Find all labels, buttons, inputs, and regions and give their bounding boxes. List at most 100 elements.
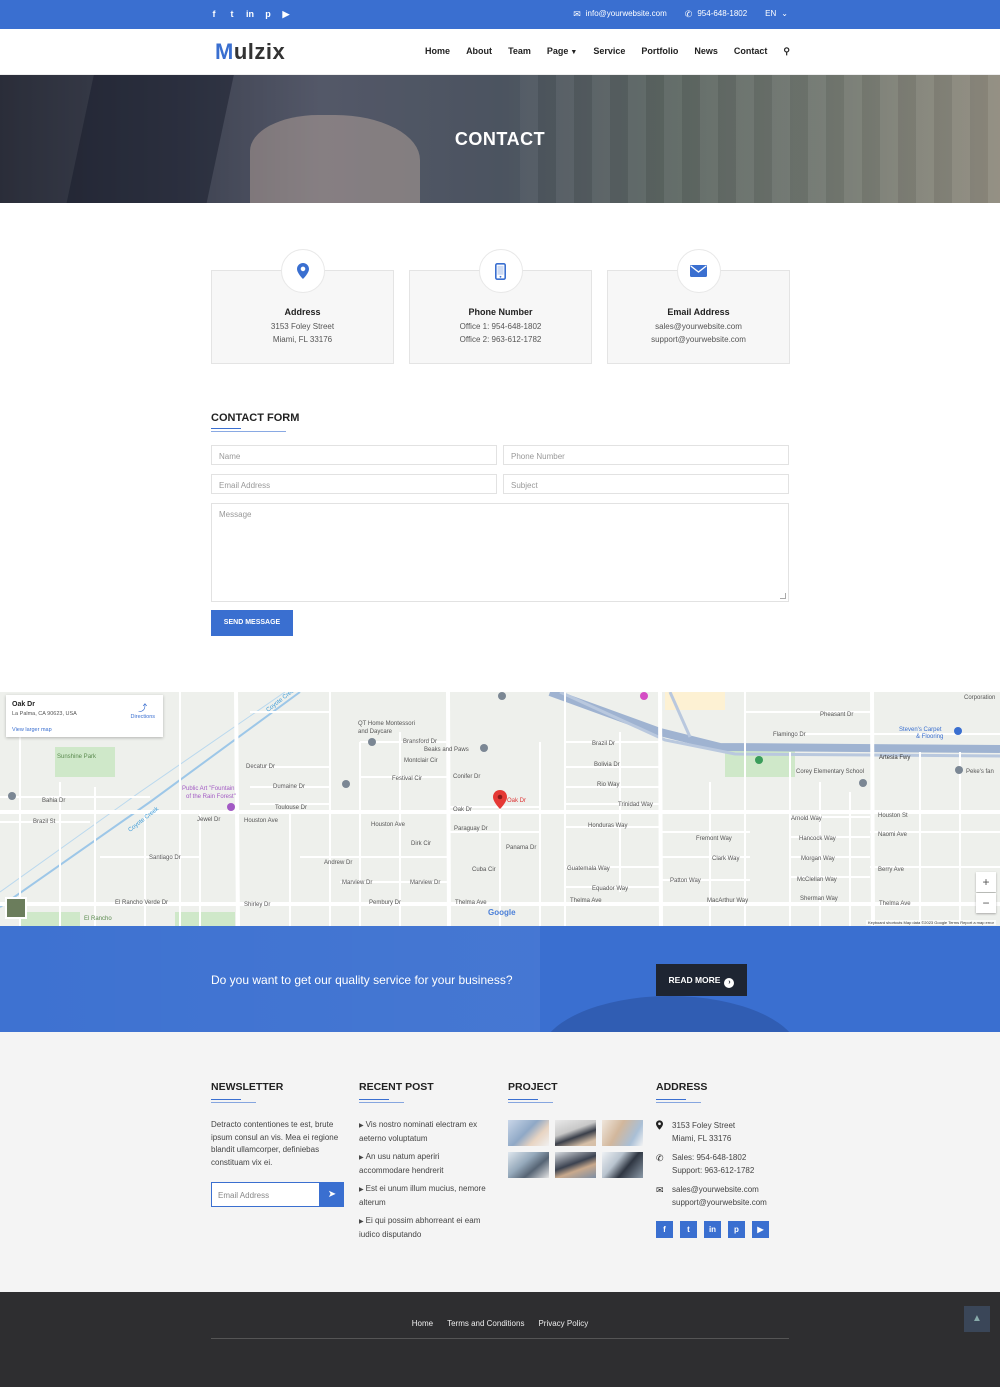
project-thumbnail[interactable] <box>508 1152 549 1178</box>
search-icon[interactable]: ⚲ <box>783 46 790 57</box>
svg-text:Flamingo Dr: Flamingo Dr <box>773 732 806 738</box>
read-more-button[interactable]: READ MORE › <box>656 964 747 996</box>
resize-grip-icon[interactable] <box>780 593 786 599</box>
svg-text:Patton Way: Patton Way <box>670 878 701 884</box>
svg-text:Steven's Carpet: Steven's Carpet <box>899 727 942 733</box>
info-box-line: support@yourwebsite.com <box>651 335 746 344</box>
message-placeholder: Message <box>219 510 252 519</box>
caret-right-icon: ▶ <box>359 1219 364 1225</box>
svg-text:Festival Cir: Festival Cir <box>392 776 422 782</box>
caret-down-icon: ▼ <box>570 49 578 56</box>
linkedin-icon[interactable]: in <box>245 8 255 20</box>
footer-heading: ADDRESS <box>656 1081 708 1093</box>
project-thumbnail[interactable] <box>602 1120 643 1146</box>
recent-post-item[interactable]: ▶ Vis nostro nominati electram ex aeterno… <box>359 1119 489 1145</box>
phone-icon: ✆ <box>656 1153 664 1163</box>
top-email[interactable]: ✉ info@yourwebsite.com <box>573 8 667 20</box>
footer-heading: RECENT POST <box>359 1081 434 1093</box>
svg-text:Panama Dr: Panama Dr <box>506 845 536 851</box>
svg-text:Artesia Fwy: Artesia Fwy <box>879 755 910 761</box>
satellite-toggle[interactable] <box>5 897 27 919</box>
map-footer[interactable]: Keyboard shortcuts Map data ©2023 Google… <box>865 920 996 925</box>
svg-text:Clark Way: Clark Way <box>712 856 739 862</box>
recent-post-item[interactable]: ▶ Ei qui possim abhorreant ei eam iudico … <box>359 1215 489 1241</box>
send-message-button[interactable]: SEND MESSAGE <box>211 610 293 636</box>
pinterest-icon[interactable]: p <box>263 8 273 20</box>
directions-button[interactable]: ⤴ Directions <box>131 701 155 720</box>
zoom-out-button[interactable]: − <box>976 893 996 913</box>
svg-text:Beaks and Paws: Beaks and Paws <box>424 747 469 753</box>
nav-item-home[interactable]: Home <box>425 46 450 57</box>
map-place-card: Oak Dr La Palma, CA 90623, USA View larg… <box>6 695 163 737</box>
bottom-link-home[interactable]: Home <box>412 1319 433 1328</box>
nav-item-news[interactable]: News <box>694 46 718 57</box>
bottom-links: Home Terms and Conditions Privacy Policy <box>0 1319 1000 1328</box>
youtube-icon[interactable]: ▶ <box>752 1221 769 1238</box>
subject-input[interactable]: Subject <box>503 474 789 494</box>
view-larger-map-link[interactable]: View larger map <box>12 727 157 733</box>
nav-item-about[interactable]: About <box>466 46 492 57</box>
nav-item-page-label: Page <box>546 46 569 56</box>
project-thumbnail[interactable] <box>602 1152 643 1178</box>
facebook-icon[interactable]: f <box>656 1221 673 1238</box>
top-bar: f t in p ▶ ✉ info@yourwebsite.com ✆ 954-… <box>0 0 1000 29</box>
svg-text:Equador Way: Equador Way <box>592 886 628 892</box>
back-to-top-button[interactable]: ▲ <box>964 1306 990 1332</box>
paper-plane-icon[interactable]: ➤ <box>320 1182 344 1207</box>
nav-item-contact[interactable]: Contact <box>734 46 768 57</box>
info-box-phone: Phone Number Office 1: 954-648-1802 Offic… <box>409 249 592 364</box>
recent-post-item[interactable]: ▶ An usu natum aperiri accommodare hendre… <box>359 1151 489 1177</box>
info-box-line: Miami, FL 33176 <box>272 335 333 344</box>
phone-input[interactable]: Phone Number <box>503 445 789 465</box>
caret-right-icon: ▶ <box>359 1155 364 1161</box>
twitter-icon[interactable]: t <box>227 8 237 20</box>
zoom-in-button[interactable]: + <box>976 872 996 892</box>
nav-item-team[interactable]: Team <box>508 46 531 57</box>
nav-item-portfolio[interactable]: Portfolio <box>641 46 678 57</box>
address-street: 3153 Foley Street <box>672 1121 736 1130</box>
facebook-icon[interactable]: f <box>209 8 219 20</box>
sales-email[interactable]: sales@yourwebsite.com <box>672 1185 759 1194</box>
newsletter-email-input[interactable]: Email Address <box>211 1182 320 1207</box>
bottom-link-terms[interactable]: Terms and Conditions <box>447 1319 524 1328</box>
project-gallery <box>508 1120 643 1178</box>
svg-text:Houston Ave: Houston Ave <box>244 818 279 824</box>
name-input[interactable]: Name <box>211 445 497 465</box>
directions-icon: ⤴ <box>138 703 148 713</box>
page-title: CONTACT <box>454 129 546 149</box>
top-phone[interactable]: ✆ 954-648-1802 <box>685 8 747 20</box>
svg-text:Decatur Dr: Decatur Dr <box>246 764 275 770</box>
language-selector[interactable]: EN ⌄ <box>765 8 788 20</box>
support-phone[interactable]: Support: 963-612-1782 <box>672 1166 754 1175</box>
svg-text:Thelma Ave: Thelma Ave <box>455 900 487 906</box>
email-input[interactable]: Email Address <box>211 474 497 494</box>
linkedin-icon[interactable]: in <box>704 1221 721 1238</box>
map-pin-icon <box>280 249 325 293</box>
nav-item-service[interactable]: Service <box>593 46 625 57</box>
recent-post-title: Vis nostro nominati electram ex aeterno … <box>359 1120 478 1143</box>
project-thumbnail[interactable] <box>508 1120 549 1146</box>
caret-right-icon: ▶ <box>359 1187 364 1193</box>
logo[interactable]: Mulzix <box>215 39 285 65</box>
svg-text:Sherman Way: Sherman Way <box>800 896 838 902</box>
bottom-link-privacy[interactable]: Privacy Policy <box>538 1319 588 1328</box>
google-map[interactable]: Decatur Dr Dumaine Dr Toulouse Dr Housto… <box>0 692 1000 926</box>
address-list: 3153 Foley Street Miami, FL 33176 ✆ Sales… <box>656 1120 769 1209</box>
svg-text:Brazil Dr: Brazil Dr <box>592 741 615 747</box>
message-textarea[interactable]: Message <box>211 503 789 602</box>
project-thumbnail[interactable] <box>555 1152 596 1178</box>
support-email[interactable]: support@yourwebsite.com <box>672 1198 767 1207</box>
youtube-icon[interactable]: ▶ <box>281 8 291 20</box>
svg-text:Jewel Dr: Jewel Dr <box>197 817 220 823</box>
project-thumbnail[interactable] <box>555 1120 596 1146</box>
envelope-icon: ✉ <box>573 9 581 19</box>
twitter-icon[interactable]: t <box>680 1221 697 1238</box>
svg-text:Public Art "Fountain: Public Art "Fountain <box>182 786 235 792</box>
sales-phone[interactable]: Sales: 954-648-1802 <box>672 1153 746 1162</box>
svg-text:Cuba Cir: Cuba Cir <box>472 867 496 873</box>
arrow-right-circle-icon: › <box>724 978 735 988</box>
nav-item-page[interactable]: Page ▼ <box>547 46 577 57</box>
pinterest-icon[interactable]: p <box>728 1221 745 1238</box>
info-box-title: Address <box>284 307 321 317</box>
recent-post-item[interactable]: ▶ Est ei unum illum mucius, nemore alteru… <box>359 1183 489 1209</box>
